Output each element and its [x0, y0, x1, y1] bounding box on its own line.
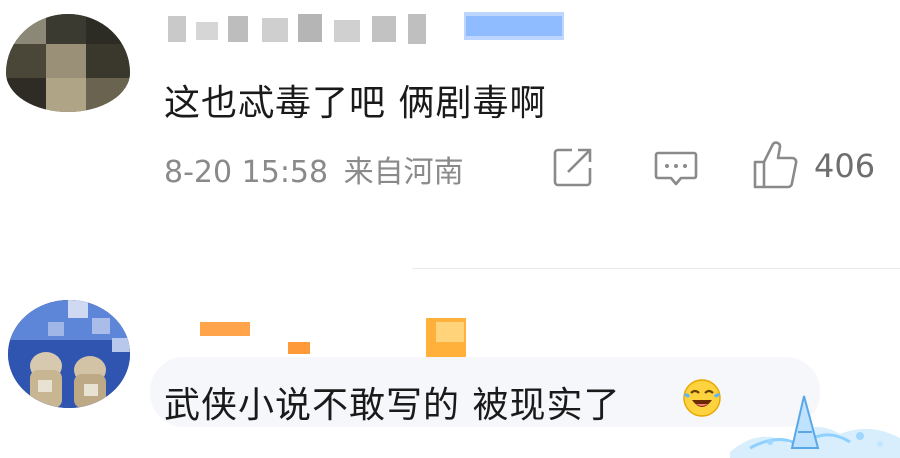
- share-icon[interactable]: [552, 146, 594, 188]
- comment-text: 这也忒毒了吧 俩剧毒啊: [164, 83, 547, 124]
- comment-date: 8-20: [164, 155, 233, 190]
- comment-meta: 8-20 15:58 来自河南: [164, 147, 464, 191]
- avatar[interactable]: [6, 14, 130, 112]
- watermark-logo: [730, 395, 900, 458]
- username-blurred[interactable]: [200, 318, 480, 362]
- comment-location: 来自河南: [343, 155, 464, 190]
- like-count: 406: [814, 147, 876, 185]
- comment-time: 15:58: [241, 155, 329, 190]
- thumbs-up-icon[interactable]: [752, 140, 798, 190]
- divider: [412, 268, 900, 269]
- comment-text: 武侠小说不敢写的 被现实了: [164, 385, 621, 426]
- username-blurred[interactable]: [166, 12, 566, 46]
- avatar[interactable]: [8, 300, 130, 408]
- comment-icon[interactable]: [654, 150, 698, 188]
- laughing-crying-emoji-icon: [683, 379, 721, 417]
